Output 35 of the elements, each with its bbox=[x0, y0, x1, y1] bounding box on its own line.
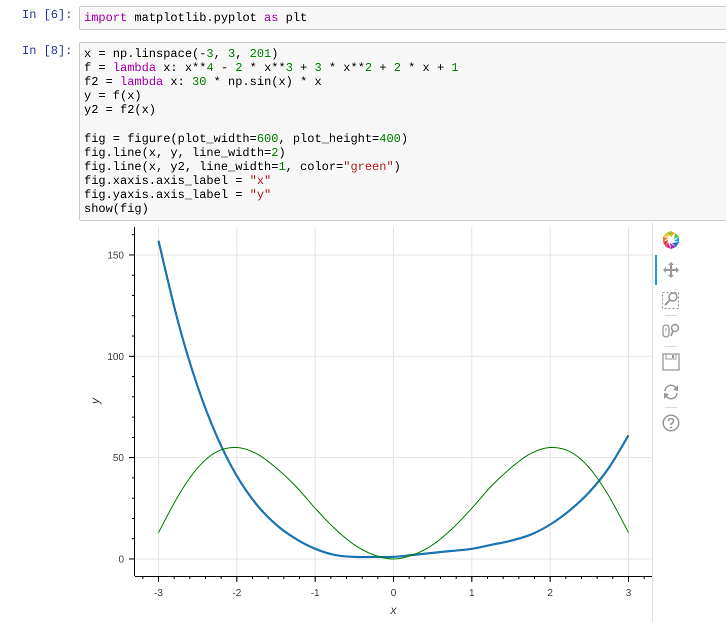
save-icon[interactable] bbox=[662, 353, 680, 372]
tick-label: 150 bbox=[107, 250, 124, 262]
tick-label: 100 bbox=[107, 352, 124, 364]
code-line: fig.line(x, y2, line_width=1, color="green") bbox=[84, 160, 401, 174]
code-line: show(fig) bbox=[84, 202, 149, 216]
wheel-zoom-icon[interactable] bbox=[662, 322, 680, 340]
code-line: import matplotlib.pyplot as plt bbox=[84, 11, 308, 25]
tick-label: -3 bbox=[154, 588, 163, 600]
help-icon[interactable] bbox=[662, 414, 680, 432]
reset-icon[interactable] bbox=[662, 383, 680, 402]
code-line: x = np.linspace(-3, 3, 201) bbox=[84, 47, 278, 62]
code-line: f2 = lambda x: 30 * np.sin(x) * x bbox=[84, 75, 322, 90]
cell-prompt: In [8]: bbox=[21, 43, 74, 60]
box-zoom-icon[interactable] bbox=[662, 291, 680, 310]
tick-label: 3 bbox=[626, 588, 632, 600]
logo-icon[interactable] bbox=[661, 230, 681, 250]
code-line: fig.yaxis.axis_label = "y" bbox=[84, 188, 272, 202]
tick-label: -1 bbox=[310, 588, 320, 600]
tick-label: 0 bbox=[118, 554, 124, 566]
code-line: y2 = f2(x) bbox=[84, 103, 156, 118]
pan-icon[interactable] bbox=[662, 261, 680, 280]
code-line: fig = figure(plot_width=600, plot_height=400) bbox=[84, 132, 408, 146]
axis-label: y bbox=[88, 398, 102, 404]
code-line: fig.xaxis.axis_label = "x" bbox=[84, 174, 272, 188]
cell-prompt: In [6]: bbox=[21, 7, 74, 24]
tick-label: 2 bbox=[547, 588, 553, 600]
tick-label: 50 bbox=[112, 453, 124, 464]
axis-label: x bbox=[390, 603, 396, 618]
tick-label: 1 bbox=[469, 588, 475, 600]
tick-label: 0 bbox=[390, 588, 396, 600]
code-line: fig.line(x, y, line_width=2) bbox=[84, 146, 286, 160]
code-input[interactable]: import matplotlib.pyplot as plt bbox=[79, 6, 726, 30]
code-line: f = lambda x: x**4 - 2 * x**3 + 3 * x**2 + 2 * x + 1 bbox=[84, 61, 459, 76]
code-line: y = f(x) bbox=[84, 89, 142, 104]
tick-label: -2 bbox=[232, 588, 242, 600]
